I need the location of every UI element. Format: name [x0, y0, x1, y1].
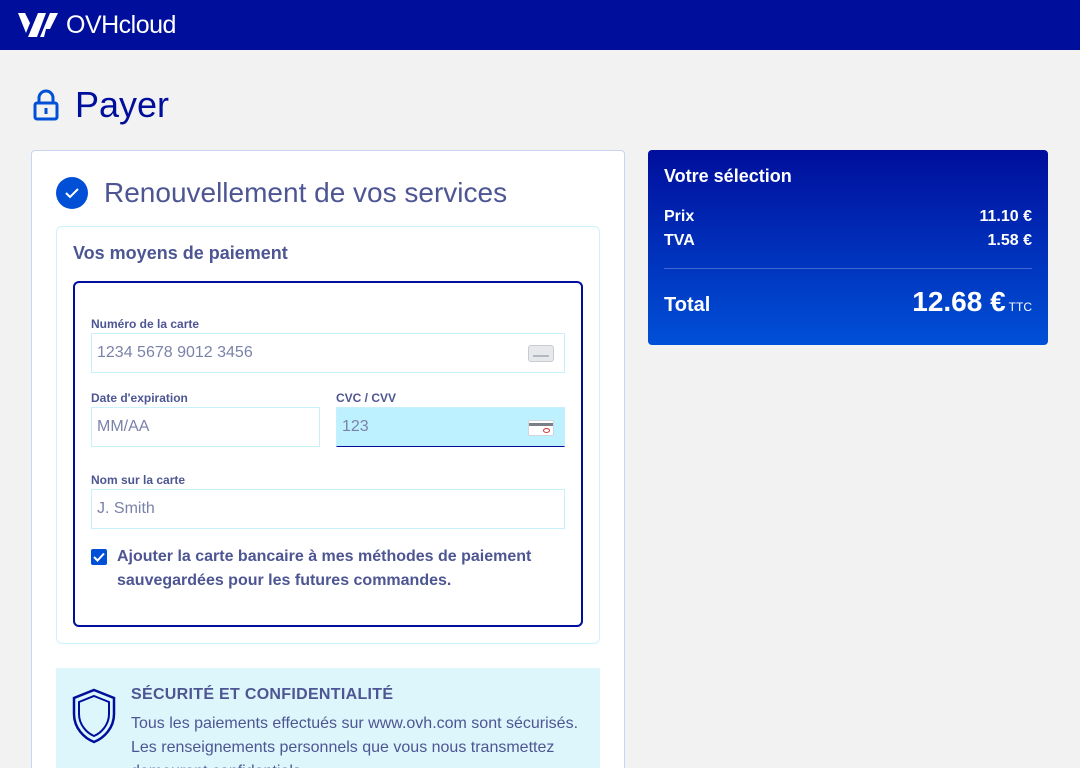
price-label: Prix — [664, 208, 695, 225]
page-title: Payer — [75, 84, 170, 125]
ovhcloud-logo-icon — [18, 13, 58, 37]
total-row: Total 12.68 € TTC — [664, 286, 1032, 318]
payment-methods-panel: Vos moyens de paiement Numéro de la cart… — [56, 226, 600, 644]
step-header: Renouvellement de vos services — [56, 177, 507, 209]
top-navigation-bar: OVHcloud — [0, 0, 1080, 50]
save-card-checkbox[interactable] — [91, 549, 107, 565]
summary-title: Votre sélection — [664, 166, 792, 186]
security-title: SÉCURITÉ ET CONFIDENTIALITÉ — [131, 686, 394, 703]
expiry-label: Date d'expiration — [91, 391, 188, 405]
cardholder-name-input[interactable]: J. Smith — [91, 489, 565, 529]
payment-step-card: Renouvellement de vos services Vos moyen… — [31, 150, 625, 768]
step-complete-icon — [56, 177, 88, 209]
total-label: Total — [664, 294, 711, 316]
lock-icon — [33, 89, 59, 121]
shield-icon — [72, 688, 116, 744]
total-suffix: TTC — [1008, 300, 1032, 314]
brand-name: OVHcloud — [66, 10, 176, 39]
card-number-input[interactable]: 1234 5678 9012 3456 — [91, 333, 565, 373]
tax-value: 1.58 € — [987, 232, 1032, 249]
payment-methods-heading: Vos moyens de paiement — [73, 243, 288, 263]
ovhcloud-logo[interactable]: OVHcloud — [16, 10, 176, 40]
order-summary: Votre sélection Prix 11.10 € TVA 1.58 € … — [648, 150, 1048, 345]
security-text: Tous les paiements effectués sur www.ovh… — [131, 715, 579, 768]
cardholder-name-label: Nom sur la carte — [91, 473, 186, 487]
total-value: 12.68 € — [912, 286, 1006, 317]
price-row: Prix 11.10 € — [664, 208, 1032, 226]
card-form: Numéro de la carte 1234 5678 9012 3456 D… — [73, 281, 583, 627]
card-number-label: Numéro de la carte — [91, 317, 200, 331]
expiry-input[interactable]: MM/AA — [91, 407, 320, 447]
card-number-placeholder: 1234 5678 9012 3456 — [97, 344, 253, 361]
price-value: 11.10 € — [979, 208, 1033, 225]
step-title: Renouvellement de vos services — [104, 177, 508, 208]
cvc-placeholder: 123 — [342, 418, 369, 435]
expiry-placeholder: MM/AA — [97, 418, 150, 435]
card-back-icon — [528, 420, 554, 436]
tax-row: TVA 1.58 € — [664, 232, 1032, 250]
save-card-label[interactable]: Ajouter la carte bancaire à mes méthodes… — [117, 545, 557, 593]
checkmark-icon — [93, 552, 105, 562]
credit-card-icon — [528, 345, 554, 362]
page-header: Payer — [33, 84, 169, 126]
cardholder-name-placeholder: J. Smith — [97, 500, 155, 517]
summary-divider — [664, 268, 1032, 269]
tax-label: TVA — [664, 232, 695, 249]
security-notice: SÉCURITÉ ET CONFIDENTIALITÉ Tous les pai… — [56, 668, 600, 768]
cvc-label: CVC / CVV — [336, 391, 397, 405]
cvc-input[interactable]: 123 — [336, 407, 565, 447]
